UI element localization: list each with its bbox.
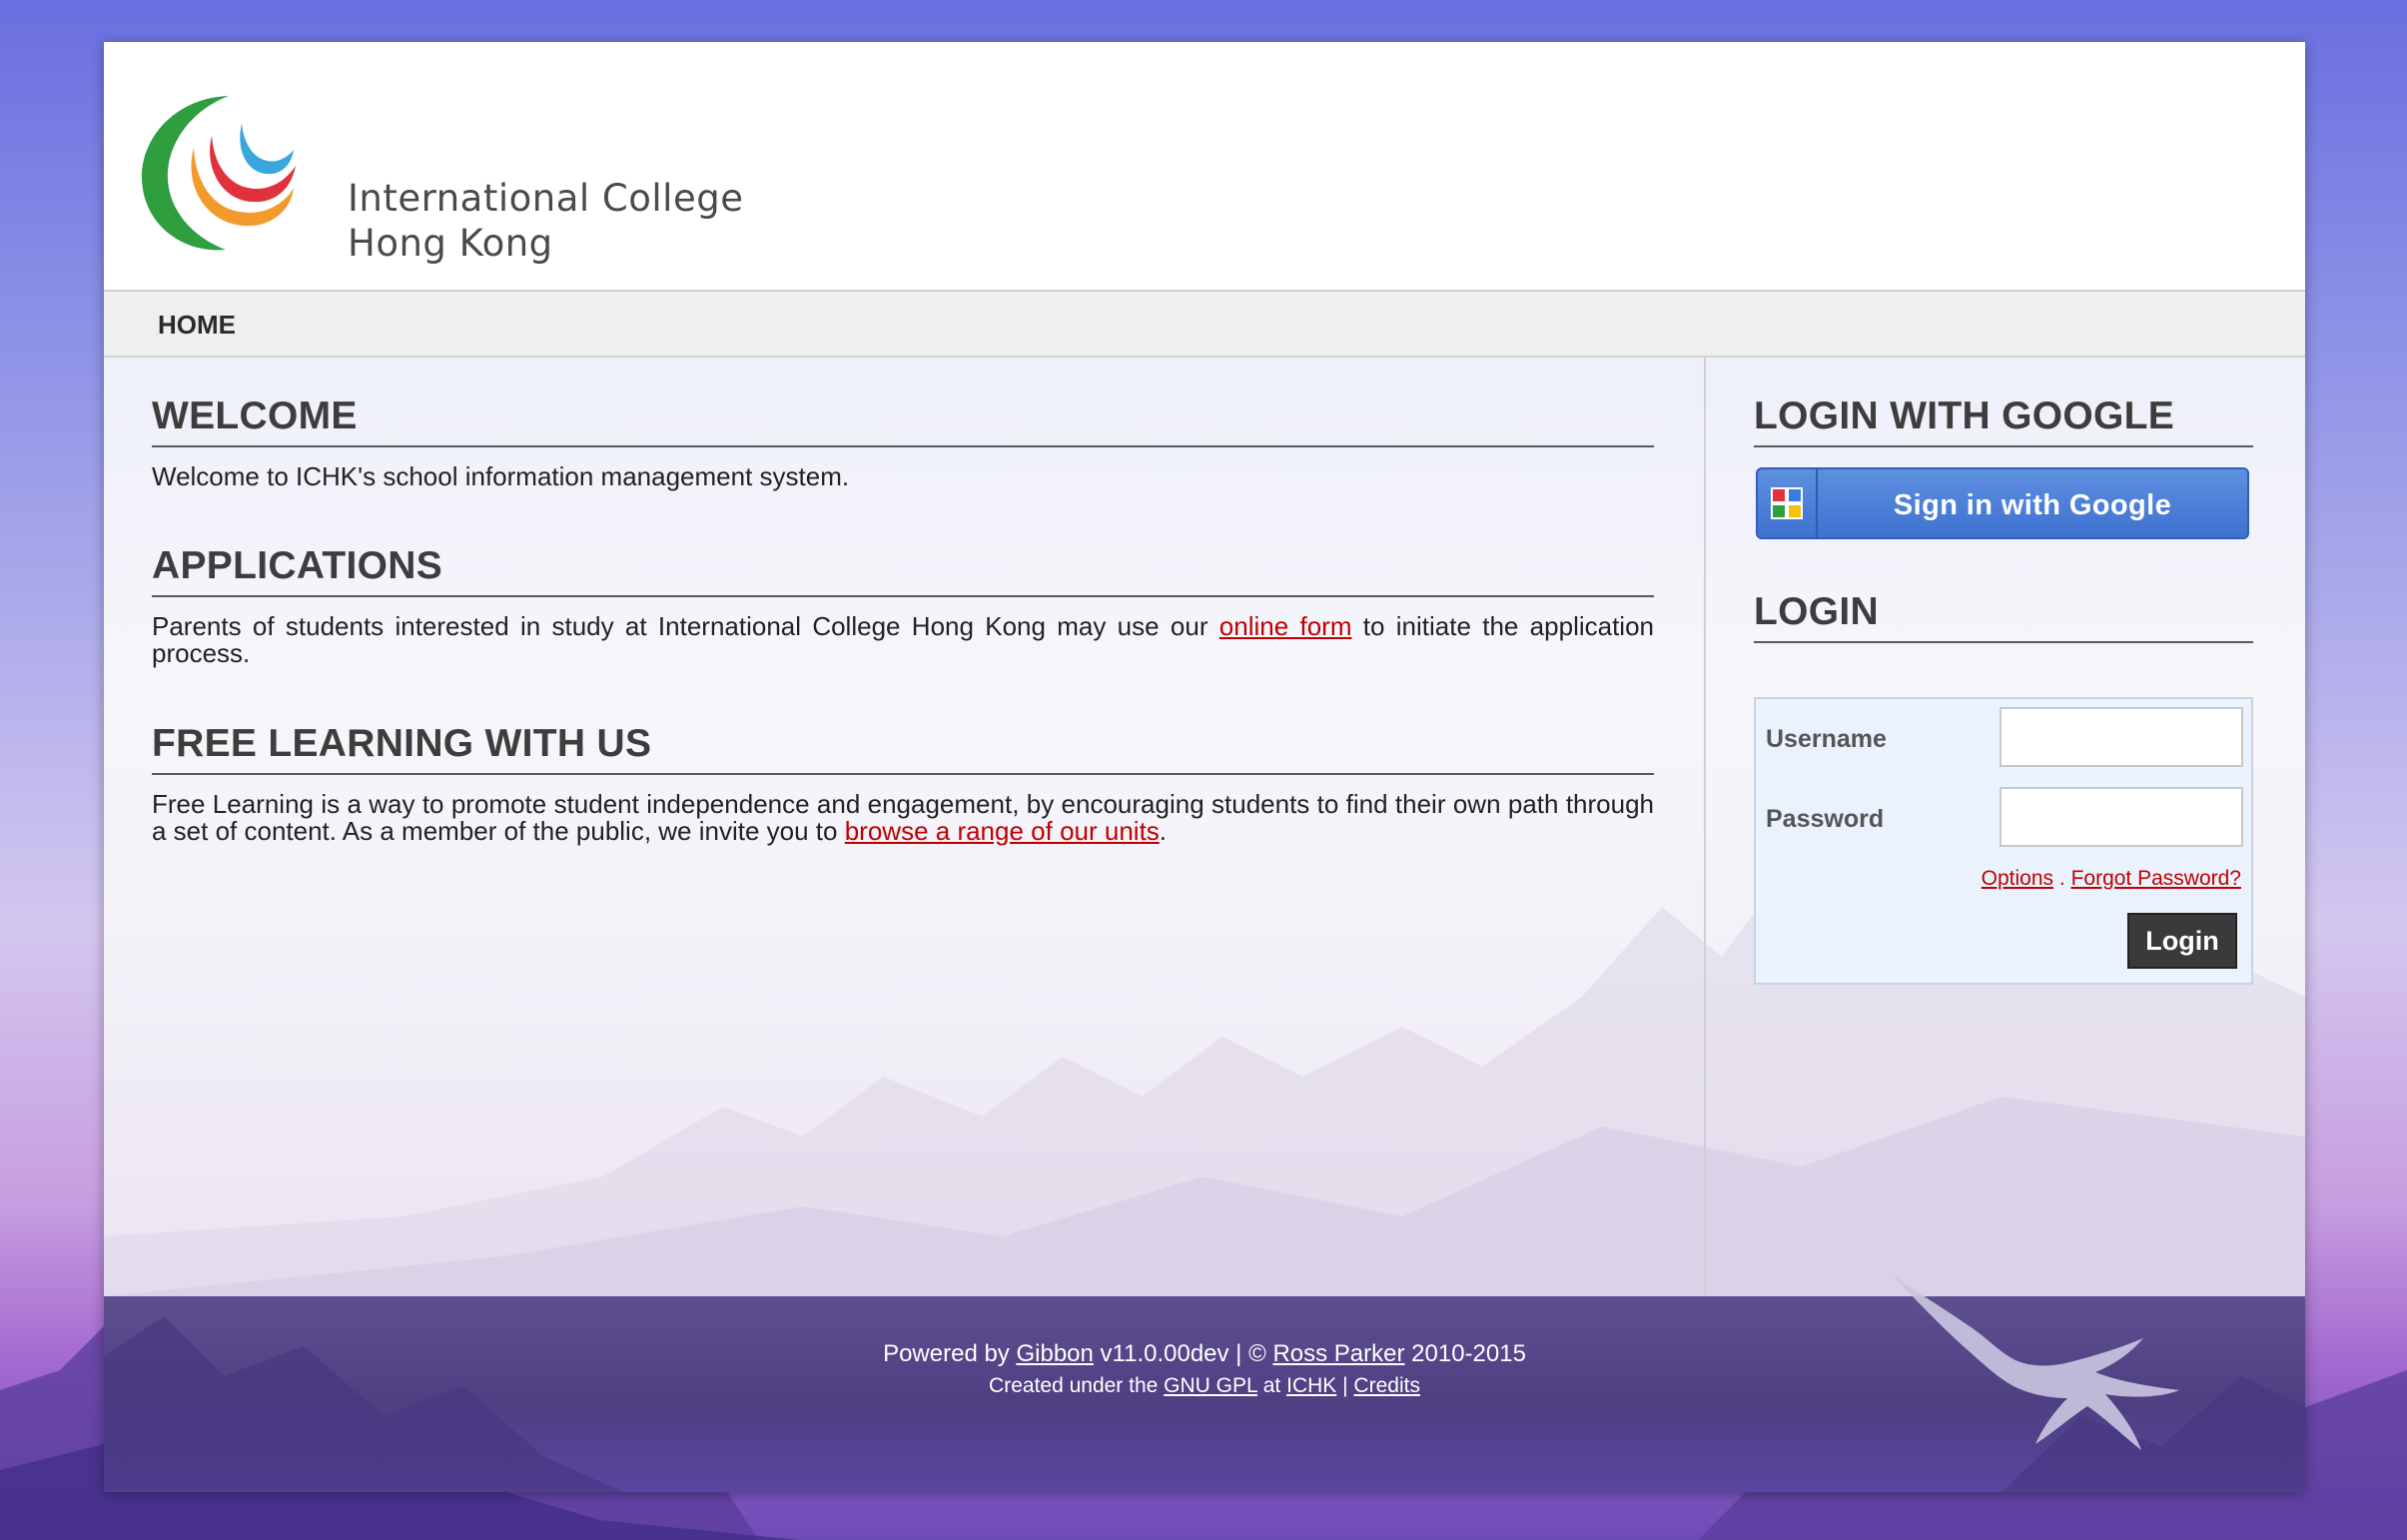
ross-parker-link[interactable]: Ross Parker xyxy=(1272,1340,1404,1367)
google-icon-box xyxy=(1758,469,1818,537)
school-logo[interactable]: International College Hong Kong xyxy=(134,88,833,265)
login-button[interactable]: Login xyxy=(2127,913,2237,969)
free-learning-text-after: . xyxy=(1159,816,1168,846)
options-link[interactable]: Options xyxy=(1982,867,2053,890)
username-input[interactable] xyxy=(2000,707,2243,767)
google-login-section: LOGIN WITH GOOGLE xyxy=(1754,393,2253,447)
online-form-link[interactable]: online form xyxy=(1219,611,1352,641)
login-section: LOGIN xyxy=(1754,589,2253,643)
login-heading: LOGIN xyxy=(1754,589,2253,643)
welcome-heading: WELCOME xyxy=(152,393,1654,447)
content-area: WELCOME Welcome to ICHK's school informa… xyxy=(104,358,2305,1296)
password-label: Password xyxy=(1766,805,1885,833)
google-button-label: Sign in with Google xyxy=(1893,489,2172,521)
login-form: Username Password Options . Forgot Passw… xyxy=(1754,697,2253,985)
forgot-password-link[interactable]: Forgot Password? xyxy=(2071,867,2241,890)
logo-line-1: International College xyxy=(348,177,744,220)
free-learning-section: FREE LEARNING WITH US Free Learning is a… xyxy=(152,721,1654,845)
password-input[interactable] xyxy=(2000,787,2243,847)
google-login-heading: LOGIN WITH GOOGLE xyxy=(1754,393,2253,447)
gnu-gpl-link[interactable]: GNU GPL xyxy=(1164,1374,1257,1397)
applications-heading: APPLICATIONS xyxy=(152,543,1654,597)
footer-at: at xyxy=(1256,1374,1287,1397)
links-separator: . xyxy=(2058,867,2065,890)
page-container: International College Hong Kong HOME WEL… xyxy=(104,42,2305,1492)
ichk-link[interactable]: ICHK xyxy=(1286,1374,1336,1397)
footer-powered-by: Powered by xyxy=(883,1340,1017,1367)
ichk-swirl-logo-icon xyxy=(141,96,296,251)
free-learning-heading: FREE LEARNING WITH US xyxy=(152,721,1654,775)
applications-section: APPLICATIONS Parents of students interes… xyxy=(152,543,1654,667)
credits-link[interactable]: Credits xyxy=(1353,1374,1420,1397)
applications-text: Parents of students interested in study … xyxy=(152,613,1654,667)
login-links: Options . Forgot Password? xyxy=(1982,867,2241,891)
gibbon-link[interactable]: Gibbon xyxy=(1016,1340,1093,1367)
free-learning-text: Free Learning is a way to promote studen… xyxy=(152,791,1654,845)
google-plus-icon xyxy=(1771,487,1803,519)
main-nav: HOME xyxy=(104,292,2305,358)
welcome-section: WELCOME Welcome to ICHK's school informa… xyxy=(152,393,1654,490)
footer-created-under: Created under the xyxy=(989,1374,1165,1397)
column-divider xyxy=(1704,358,1706,1296)
flying-figure-icon xyxy=(1892,1274,2179,1450)
logo-text: International College Hong Kong xyxy=(348,176,743,266)
footer-years: 2010-2015 xyxy=(1404,1340,1526,1367)
footer-pipe: | xyxy=(1336,1374,1354,1397)
applications-text-before: Parents of students interested in study … xyxy=(152,611,1219,641)
browse-units-link[interactable]: browse a range of our units xyxy=(845,816,1160,846)
footer-version: v11.0.00dev | © xyxy=(1093,1340,1273,1367)
nav-home-link[interactable]: HOME xyxy=(158,310,236,341)
logo-line-2: Hong Kong xyxy=(348,222,553,265)
welcome-text: Welcome to ICHK's school information man… xyxy=(152,461,850,491)
header: International College Hong Kong xyxy=(104,42,2305,292)
username-label: Username xyxy=(1766,725,1887,753)
sign-in-with-google-button[interactable]: Sign in with Google xyxy=(1756,467,2249,539)
